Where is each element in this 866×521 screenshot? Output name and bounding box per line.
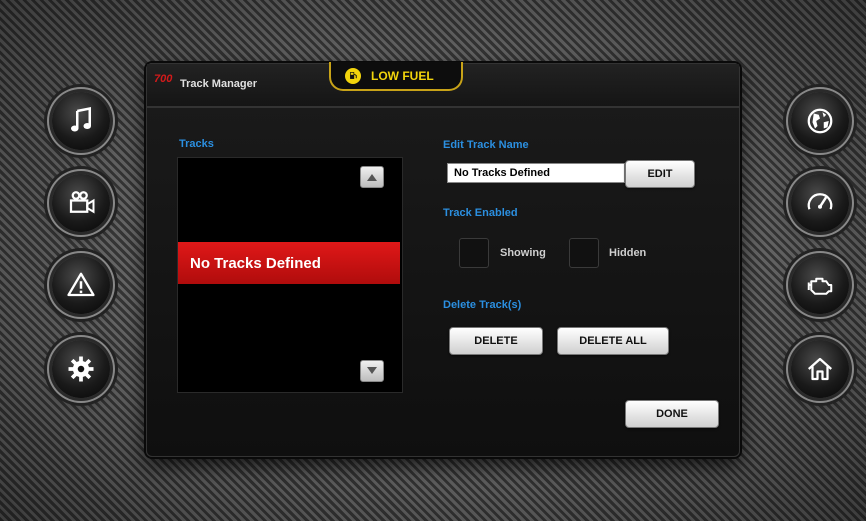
fuel-pump-icon <box>345 67 361 84</box>
page-title: Track Manager <box>180 78 258 90</box>
title-bar: 700 Track Manager LOW FUEL <box>147 62 739 108</box>
music-note-icon <box>71 106 91 132</box>
music-button[interactable] <box>52 92 110 150</box>
hidden-checkbox[interactable] <box>569 238 599 268</box>
track-enabled-label: Track Enabled <box>443 207 518 219</box>
navigation-button[interactable] <box>791 92 849 150</box>
list-item[interactable]: No Tracks Defined <box>178 242 400 284</box>
arrow-up-icon <box>367 174 377 181</box>
done-button[interactable]: DONE <box>625 400 719 428</box>
track-manager-panel: 700 Track Manager LOW FUEL Tracks No Tra… <box>146 62 740 457</box>
showing-label: Showing <box>500 247 546 259</box>
edit-track-name-label: Edit Track Name <box>443 139 529 151</box>
delete-button[interactable]: DELETE <box>449 327 543 355</box>
gear-icon <box>68 356 94 382</box>
gauges-button[interactable] <box>791 174 849 232</box>
home-icon <box>808 357 832 381</box>
globe-icon <box>807 108 833 134</box>
low-fuel-label: LOW FUEL <box>371 68 434 83</box>
low-fuel-warning: LOW FUEL <box>329 62 463 91</box>
arrow-down-icon <box>367 367 377 374</box>
edit-button[interactable]: EDIT <box>625 160 695 188</box>
video-camera-icon <box>69 191 95 214</box>
alerts-button[interactable] <box>52 256 110 314</box>
warning-icon <box>67 272 95 297</box>
home-button[interactable] <box>791 340 849 398</box>
engine-icon <box>807 277 833 295</box>
engine-button[interactable] <box>791 256 849 314</box>
track-list[interactable]: No Tracks Defined <box>177 157 403 393</box>
delete-all-button[interactable]: DELETE ALL <box>557 327 669 355</box>
camera-button[interactable] <box>52 174 110 232</box>
delete-tracks-label: Delete Track(s) <box>443 299 522 311</box>
speedometer-icon <box>807 193 833 210</box>
settings-button[interactable] <box>52 340 110 398</box>
scroll-down-button[interactable] <box>360 360 384 382</box>
tracks-label: Tracks <box>179 138 214 150</box>
showing-checkbox[interactable] <box>459 238 489 268</box>
track-name-input[interactable] <box>447 163 625 183</box>
scroll-up-button[interactable] <box>360 166 384 188</box>
model-number: 700 <box>154 73 173 85</box>
hidden-label: Hidden <box>609 247 647 259</box>
